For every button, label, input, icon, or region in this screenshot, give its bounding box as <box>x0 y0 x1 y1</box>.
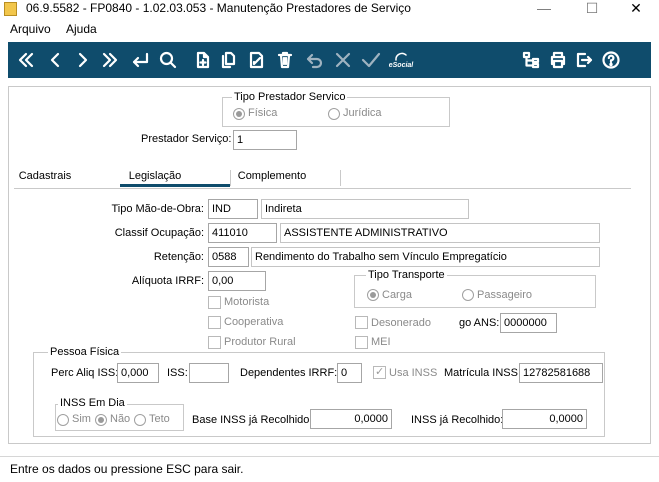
radio-passageiro[interactable] <box>462 289 474 301</box>
app-icon <box>4 2 17 16</box>
maximize-button[interactable]: ☐ <box>569 0 615 20</box>
perc-aliq-iss-field[interactable]: 0,000 <box>117 363 159 383</box>
matricula-inss-label: Matrícula INSS: <box>444 367 522 379</box>
classif-ocupacao-label: Classif Ocupação: <box>114 227 204 239</box>
delete-icon[interactable] <box>272 42 298 78</box>
radio-nao-label: Não <box>110 413 131 425</box>
inss-recolhido-field[interactable]: 0,0000 <box>502 409 587 429</box>
prev-icon[interactable] <box>42 42 68 78</box>
status-text: Entre os dados ou pressione ESC para sai… <box>10 462 244 476</box>
exit-icon[interactable] <box>571 42 597 78</box>
mei-checkbox[interactable] <box>355 336 368 349</box>
pessoa-fisica-title: Pessoa Física <box>48 346 122 358</box>
radio-fisica[interactable] <box>233 108 245 120</box>
inss-em-dia-title: INSS Em Dia <box>58 397 127 409</box>
active-tab-indicator <box>120 184 230 187</box>
classif-ocupacao-code-field[interactable]: 411010 <box>208 223 277 243</box>
usa-inss-checkbox[interactable] <box>373 365 386 379</box>
tipo-transporte-title: Tipo Transporte <box>366 269 447 281</box>
esocial-icon[interactable]: eSocial <box>386 42 416 78</box>
motorista-label: Motorista <box>224 296 270 308</box>
radio-teto-label: Teto <box>149 413 170 425</box>
enter-icon[interactable] <box>126 42 154 78</box>
last-icon[interactable] <box>96 42 124 78</box>
radio-carga[interactable] <box>367 289 379 301</box>
desonerado-label: Desonerado <box>371 317 431 329</box>
mei-label: MEI <box>371 336 391 348</box>
cooperativa-label: Cooperativa <box>224 316 284 328</box>
tab-cadastrais[interactable]: Cadastrais <box>10 168 80 188</box>
produtor-rural-checkbox[interactable] <box>208 336 221 349</box>
base-inss-field[interactable]: 0,0000 <box>310 409 392 429</box>
retencao-label: Retenção: <box>153 251 204 263</box>
produtor-rural-label: Produtor Rural <box>224 336 296 348</box>
prestador-label: Prestador Serviço: <box>141 133 232 145</box>
retencao-description: Rendimento do Trabalho sem Vínculo Empre… <box>251 247 600 267</box>
copy-icon[interactable] <box>216 42 242 78</box>
cooperativa-checkbox[interactable] <box>208 316 221 329</box>
desonerado-checkbox[interactable] <box>355 316 368 329</box>
edit-icon[interactable] <box>244 42 270 78</box>
undo-icon[interactable] <box>302 42 328 78</box>
usa-inss-label: Usa INSS <box>389 367 438 379</box>
radio-juridica-label: Jurídica <box>343 107 382 119</box>
classif-ocupacao-description: ASSISTENTE ADMINISTRATIVO <box>280 223 600 243</box>
radio-sim-label: Sim <box>72 413 91 425</box>
radio-juridica[interactable] <box>328 108 340 120</box>
go-ans-field[interactable]: 0000000 <box>500 313 557 333</box>
print-icon[interactable] <box>545 42 571 78</box>
iss-label: ISS: <box>167 367 188 379</box>
aliquota-irrf-field[interactable]: 0,00 <box>208 271 266 291</box>
retencao-code-field[interactable]: 0588 <box>208 247 249 267</box>
tipo-mao-obra-code-field[interactable]: IND <box>208 199 258 219</box>
esocial-label: eSocial <box>388 61 414 69</box>
dependentes-irrf-field[interactable]: 0 <box>337 363 362 383</box>
close-button[interactable]: ✕ <box>613 0 659 20</box>
radio-fisica-label: Física <box>248 107 278 119</box>
first-icon[interactable] <box>12 42 40 78</box>
radio-nao[interactable] <box>95 414 107 426</box>
help-icon[interactable] <box>598 42 624 78</box>
menu-arquivo[interactable]: Arquivo <box>10 22 51 36</box>
cancel-icon[interactable] <box>330 42 356 78</box>
motorista-checkbox[interactable] <box>208 296 221 309</box>
tab-panel-border <box>14 188 631 189</box>
tab-complemento[interactable]: Complemento <box>232 168 312 188</box>
inss-recolhido-label: INSS já Recolhido: <box>411 414 504 426</box>
toolbar: eSocial <box>8 42 651 78</box>
menu-ajuda[interactable]: Ajuda <box>66 22 97 36</box>
window-title: 06.9.5582 - FP0840 - 1.02.03.053 - Manut… <box>26 1 411 15</box>
tipo-prestador-title: Tipo Prestador Servico <box>232 91 348 103</box>
radio-passageiro-label: Passageiro <box>477 289 533 301</box>
next-icon[interactable] <box>70 42 96 78</box>
tab-divider <box>230 170 231 186</box>
prestador-field[interactable]: 1 <box>233 130 297 150</box>
go-ans-label: go ANS: <box>459 317 500 329</box>
search-icon[interactable] <box>154 42 182 78</box>
dependentes-irrf-label: Dependentes IRRF: <box>240 367 338 379</box>
tab-divider <box>340 170 341 186</box>
minimize-button[interactable]: — <box>521 0 567 20</box>
base-inss-label: Base INSS já Recolhido: <box>192 414 313 426</box>
tipo-mao-obra-description: Indireta <box>261 199 469 219</box>
radio-sim[interactable] <box>57 414 69 426</box>
new-icon[interactable] <box>190 42 216 78</box>
radio-teto[interactable] <box>134 414 146 426</box>
radio-carga-label: Carga <box>382 289 412 301</box>
aliquota-irrf-label: Alíquota IRRF: <box>131 275 204 287</box>
perc-aliq-iss-label: Perc Aliq ISS: <box>51 367 119 379</box>
iss-field[interactable] <box>189 363 229 383</box>
matricula-inss-field[interactable]: 12782581688 <box>519 363 603 383</box>
confirm-icon[interactable] <box>358 42 384 78</box>
tipo-mao-obra-label: Tipo Mão-de-Obra: <box>111 203 204 215</box>
tree-icon[interactable] <box>518 42 544 78</box>
